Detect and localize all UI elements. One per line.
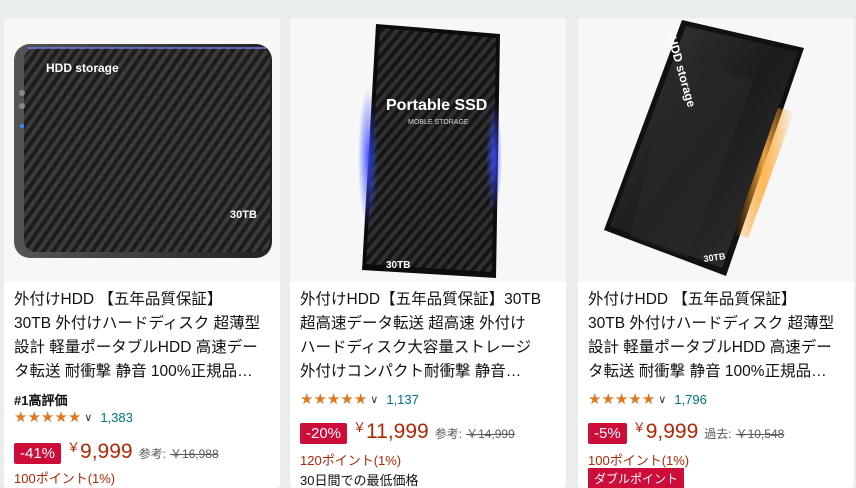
rating[interactable]: ★ ★ ★ ★ ★ ∨ 1,137 (300, 390, 419, 408)
image-capacity-text: 30TB (386, 260, 410, 271)
title-line[interactable]: 外付けコンパクト耐衝撃 静音… (300, 360, 558, 384)
reference-label: 参考: (434, 427, 463, 441)
title-line[interactable]: 30TB 外付けハードディスク 超薄型 (14, 312, 272, 336)
reference-price: ￥10,548 (735, 427, 785, 441)
reference-price: ￥16,988 (169, 447, 219, 461)
product-title[interactable]: 外付けHDD 【五年品質保証】 30TB 外付けハードディスク 超薄型 設計 軽… (588, 288, 846, 384)
points: 120ポイント(1%) (300, 453, 402, 468)
title-line[interactable]: 外付けHDD 【五年品質保証】 (588, 288, 846, 312)
rating-count[interactable]: 1,383 (100, 410, 133, 425)
title-line[interactable]: 設計 軽量ポータブルHDD 高速デー (14, 336, 272, 360)
title-line[interactable]: タ転送 耐衝撃 静音 100%正規品… (14, 360, 272, 384)
price-row: -41% ￥ 9,999 参考: ￥16,988 (14, 440, 219, 464)
star-rating-icon: ★ ★ ★ ★ ★ (588, 390, 656, 408)
chevron-down-icon[interactable]: ∨ (370, 393, 378, 406)
image-capacity-text: 30TB (230, 209, 257, 221)
price: 9,999 (645, 420, 699, 443)
product-card[interactable]: HDD storage 30TB 外付けHDD 【五年品質保証】 30TB 外付… (578, 18, 854, 488)
image-brand-text: Portable SSD (386, 97, 487, 114)
product-card[interactable]: Portable SSD MOBLE STORAGE 30TB 外付けHDD【五… (290, 18, 566, 488)
product-card[interactable]: HDD storage 30TB 外付けHDD 【五年品質保証】 30TB 外付… (4, 18, 280, 488)
reference-label: 過去: (704, 427, 732, 441)
title-line[interactable]: 外付けHDD 【五年品質保証】 (14, 288, 272, 312)
image-brand-text: HDD storage (46, 61, 119, 75)
product-title[interactable]: 外付けHDD【五年品質保証】30TB 超高速データ転送 超高速 外付け ハードデ… (300, 288, 558, 384)
best-rated-badge: #1高評価 (14, 393, 68, 408)
chevron-down-icon[interactable]: ∨ (84, 411, 92, 424)
star-rating-icon: ★ ★ ★ ★ ★ (300, 390, 368, 408)
price: 9,999 (80, 440, 133, 463)
points: 100ポイント(1%) (588, 453, 690, 468)
price-row: -5% ￥ 9,999 過去: ￥10,548 (588, 420, 784, 444)
lowest-price-note: 30日間での最低価格 (300, 473, 419, 488)
points: 100ポイント(1%) (14, 471, 116, 486)
currency-symbol: ￥ (632, 420, 646, 435)
image-sub-text: MOBLE STORAGE (408, 119, 469, 126)
rating-count[interactable]: 1,796 (674, 392, 707, 407)
rating-count[interactable]: 1,137 (386, 392, 419, 407)
title-line[interactable]: 外付けHDD【五年品質保証】30TB (300, 288, 558, 312)
discount-badge: -41% (14, 443, 62, 464)
star-rating-icon: ★ ★ ★ ★ ★ (14, 408, 82, 426)
currency-symbol: ￥ (353, 420, 367, 435)
product-image[interactable]: Portable SSD MOBLE STORAGE 30TB (290, 18, 566, 282)
double-points-badge: ダブルポイント (588, 468, 685, 488)
product-title[interactable]: 外付けHDD 【五年品質保証】 30TB 外付けハードディスク 超薄型 設計 軽… (14, 288, 272, 384)
price-row: -20% ￥ 11,999 参考: ￥14,999 (300, 420, 515, 444)
product-image[interactable]: HDD storage 30TB (4, 18, 280, 282)
rating[interactable]: ★ ★ ★ ★ ★ ∨ 1,383 (14, 408, 133, 426)
title-line[interactable]: タ転送 耐衝撃 静音 100%正規品… (588, 360, 846, 384)
reference-label: 参考: (138, 447, 166, 461)
title-line[interactable]: 30TB 外付けハードディスク 超薄型 (588, 312, 846, 336)
product-image[interactable]: HDD storage 30TB (578, 18, 854, 282)
discount-badge: -5% (588, 423, 627, 444)
currency-symbol: ￥ (67, 440, 81, 455)
price: 11,999 (366, 420, 429, 443)
title-line[interactable]: ハードディスク大容量ストレージ (300, 336, 558, 360)
chevron-down-icon[interactable]: ∨ (658, 393, 666, 406)
title-line[interactable]: 設計 軽量ポータブルHDD 高速デー (588, 336, 846, 360)
rating[interactable]: ★ ★ ★ ★ ★ ∨ 1,796 (588, 390, 707, 408)
reference-price: ￥14,999 (466, 427, 515, 441)
title-line[interactable]: 超高速データ転送 超高速 外付け (300, 312, 558, 336)
discount-badge: -20% (300, 423, 348, 444)
